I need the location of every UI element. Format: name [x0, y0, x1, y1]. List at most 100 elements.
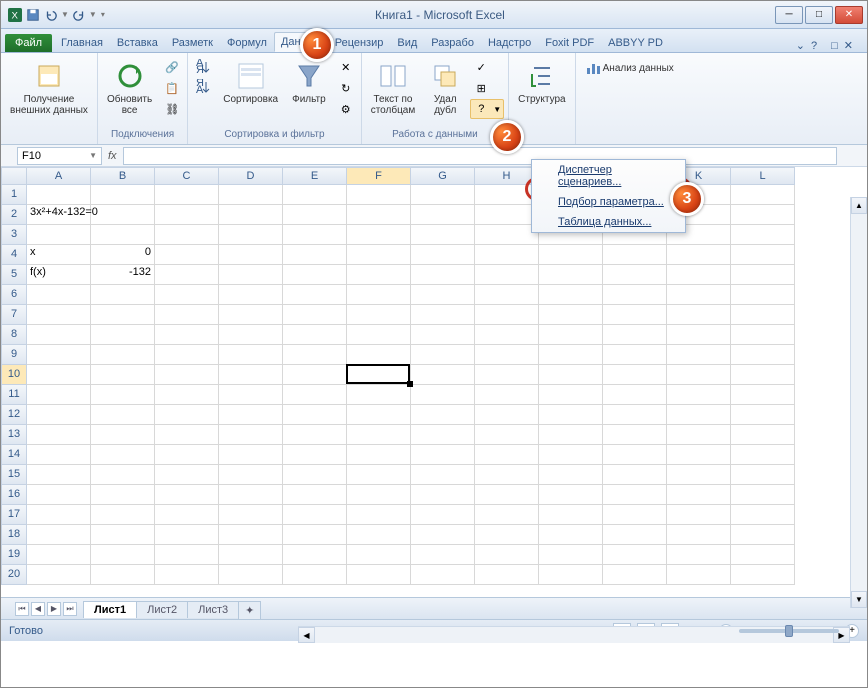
cell-I13[interactable]	[539, 425, 603, 445]
cell-G13[interactable]	[411, 425, 475, 445]
scroll-left-button[interactable]: ◀	[298, 627, 315, 643]
cell-F17[interactable]	[347, 505, 411, 525]
row-header-14[interactable]: 14	[1, 445, 27, 465]
vertical-scrollbar[interactable]: ▲ ▼	[850, 197, 867, 608]
filter-button[interactable]: Фильтр	[287, 57, 331, 108]
cell-F3[interactable]	[347, 225, 411, 245]
cell-G5[interactable]	[411, 265, 475, 285]
cell-L18[interactable]	[731, 525, 795, 545]
cell-J12[interactable]	[603, 405, 667, 425]
ribbon-minimize-icon[interactable]: ⌄	[796, 39, 805, 52]
cell-L8[interactable]	[731, 325, 795, 345]
cell-L5[interactable]	[731, 265, 795, 285]
cell-A16[interactable]	[27, 485, 91, 505]
cell-I10[interactable]	[539, 365, 603, 385]
cell-B8[interactable]	[91, 325, 155, 345]
cell-L6[interactable]	[731, 285, 795, 305]
cell-B2[interactable]	[91, 205, 155, 225]
tab-data[interactable]: Данные	[274, 32, 328, 52]
cell-F16[interactable]	[347, 485, 411, 505]
cell-D11[interactable]	[219, 385, 283, 405]
cell-A3[interactable]	[27, 225, 91, 245]
cell-K12[interactable]	[667, 405, 731, 425]
clear-filter-button[interactable]: ✕	[335, 57, 357, 77]
cell-A4[interactable]: x	[27, 245, 91, 265]
cell-I4[interactable]	[539, 245, 603, 265]
cell-J15[interactable]	[603, 465, 667, 485]
cell-H2[interactable]	[475, 205, 539, 225]
row-header-11[interactable]: 11	[1, 385, 27, 405]
cell-F4[interactable]	[347, 245, 411, 265]
cell-D12[interactable]	[219, 405, 283, 425]
grid[interactable]: 3x²+4x-132=0x0f(x)-132	[27, 185, 795, 585]
undo-icon[interactable]	[43, 7, 59, 23]
cell-K8[interactable]	[667, 325, 731, 345]
cell-G18[interactable]	[411, 525, 475, 545]
cell-G19[interactable]	[411, 545, 475, 565]
scenario-manager-item[interactable]: Диспетчер сценариев...	[532, 160, 685, 192]
cell-D9[interactable]	[219, 345, 283, 365]
cell-A1[interactable]	[27, 185, 91, 205]
cell-L12[interactable]	[731, 405, 795, 425]
cell-G9[interactable]	[411, 345, 475, 365]
cell-I12[interactable]	[539, 405, 603, 425]
get-external-data-button[interactable]: Получение внешних данных	[5, 57, 93, 119]
cell-G4[interactable]	[411, 245, 475, 265]
cell-E20[interactable]	[283, 565, 347, 585]
cell-C20[interactable]	[155, 565, 219, 585]
cell-F13[interactable]	[347, 425, 411, 445]
cell-L14[interactable]	[731, 445, 795, 465]
tab-insert[interactable]: Вставка	[110, 33, 165, 52]
cell-C17[interactable]	[155, 505, 219, 525]
cell-F20[interactable]	[347, 565, 411, 585]
row-header-3[interactable]: 3	[1, 225, 27, 245]
cell-K7[interactable]	[667, 305, 731, 325]
cell-J8[interactable]	[603, 325, 667, 345]
refresh-all-button[interactable]: Обновить все	[102, 57, 157, 119]
cell-K14[interactable]	[667, 445, 731, 465]
cell-J6[interactable]	[603, 285, 667, 305]
cell-F1[interactable]	[347, 185, 411, 205]
cell-D1[interactable]	[219, 185, 283, 205]
properties-button[interactable]: 📋	[161, 78, 183, 98]
cell-E10[interactable]	[283, 365, 347, 385]
cell-A11[interactable]	[27, 385, 91, 405]
consolidate-button[interactable]: ⊞	[470, 78, 504, 98]
cell-B18[interactable]	[91, 525, 155, 545]
namebox-dropdown-icon[interactable]: ▼	[89, 151, 97, 160]
cell-G15[interactable]	[411, 465, 475, 485]
sheet-nav-prev[interactable]: ◀	[31, 602, 45, 616]
cell-I15[interactable]	[539, 465, 603, 485]
cell-F14[interactable]	[347, 445, 411, 465]
cell-B20[interactable]	[91, 565, 155, 585]
cell-C12[interactable]	[155, 405, 219, 425]
new-sheet-button[interactable]: ✦	[238, 601, 261, 619]
row-header-4[interactable]: 4	[1, 245, 27, 265]
cell-B4[interactable]: 0	[91, 245, 155, 265]
cell-I11[interactable]	[539, 385, 603, 405]
cell-G1[interactable]	[411, 185, 475, 205]
cell-H9[interactable]	[475, 345, 539, 365]
cell-K11[interactable]	[667, 385, 731, 405]
cell-G8[interactable]	[411, 325, 475, 345]
row-header-16[interactable]: 16	[1, 485, 27, 505]
minimize-button[interactable]: ─	[775, 6, 803, 24]
cell-F2[interactable]	[347, 205, 411, 225]
cell-B9[interactable]	[91, 345, 155, 365]
cell-E15[interactable]	[283, 465, 347, 485]
cell-D10[interactable]	[219, 365, 283, 385]
cell-J7[interactable]	[603, 305, 667, 325]
cell-D15[interactable]	[219, 465, 283, 485]
cell-L2[interactable]	[731, 205, 795, 225]
col-header-G[interactable]: G	[411, 167, 475, 185]
cell-E7[interactable]	[283, 305, 347, 325]
cell-K18[interactable]	[667, 525, 731, 545]
cell-H17[interactable]	[475, 505, 539, 525]
data-analysis-button[interactable]: Анализ данных	[580, 57, 679, 79]
tab-developer[interactable]: Разрабо	[424, 33, 481, 52]
data-table-item[interactable]: Таблица данных...	[532, 212, 685, 232]
whatif-analysis-button[interactable]: ?▼	[470, 99, 504, 119]
row-header-15[interactable]: 15	[1, 465, 27, 485]
cell-K6[interactable]	[667, 285, 731, 305]
cell-J5[interactable]	[603, 265, 667, 285]
